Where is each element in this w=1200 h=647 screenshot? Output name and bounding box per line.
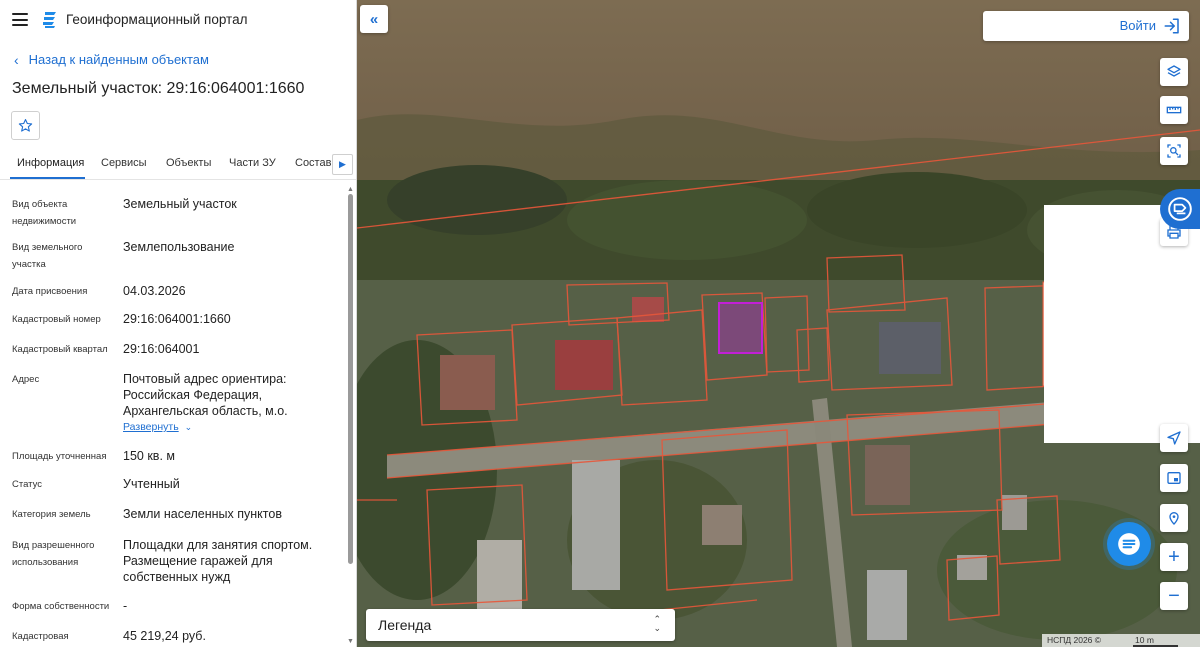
menu-icon[interactable]	[12, 13, 28, 26]
tabs-scroll-right-button[interactable]: ▶	[332, 154, 353, 175]
app-title: Геоинформационный портал	[66, 12, 248, 27]
login-button[interactable]: Войти	[983, 11, 1189, 41]
property-value: 150 кв. м	[123, 449, 175, 463]
pin-button[interactable]	[1160, 504, 1188, 532]
zoom-out-icon: −	[1168, 584, 1180, 607]
scroll-up-arrow-icon[interactable]: ▲	[347, 186, 354, 193]
property-label: Кадастровый номер	[12, 314, 101, 325]
info-panel: Геоинформационный портал ‹ Назад к найде…	[0, 0, 357, 647]
property-label: Дата присвоения	[12, 286, 88, 297]
favorite-button[interactable]	[11, 111, 40, 140]
property-value: Учтенный	[123, 477, 180, 491]
property-label: Кадастровый квартал	[12, 344, 108, 355]
tab-information[interactable]: Информация	[17, 157, 84, 169]
back-link[interactable]: ‹ Назад к найденным объектам	[14, 52, 209, 67]
chat-button[interactable]	[1107, 522, 1151, 566]
property-value: Почтовый адрес ориентира: Российская Фед…	[123, 372, 288, 418]
active-tab-indicator	[10, 177, 85, 179]
select-area-button[interactable]	[1160, 137, 1188, 165]
property-label: Адрес	[12, 374, 40, 385]
scroll-thumb[interactable]	[348, 194, 353, 564]
property-value: Земли населенных пунктов	[123, 507, 282, 521]
minimap-icon	[1167, 472, 1181, 484]
star-icon	[18, 119, 33, 132]
chat-icon	[1118, 533, 1140, 555]
expand-label: Развернуть	[123, 421, 179, 433]
property-value: 45 219,24 руб.	[123, 629, 206, 643]
portal-logo-icon	[43, 12, 56, 28]
double-chevron-left-icon: «	[369, 10, 379, 28]
layers-icon	[1167, 65, 1181, 77]
property-value: -	[123, 599, 128, 613]
chevron-up-down-icon: ⌃ ⌄	[653, 614, 661, 633]
property-value: Землепользование	[123, 240, 235, 254]
tab-parts[interactable]: Части ЗУ	[229, 157, 276, 169]
zoom-out-button[interactable]: −	[1160, 582, 1188, 610]
selected-parcel	[718, 302, 763, 354]
select-area-icon	[1167, 144, 1181, 158]
legend-selector[interactable]: Легенда ⌃ ⌄	[366, 609, 675, 641]
login-label: Войти	[1119, 18, 1156, 33]
tab-objects[interactable]: Объекты	[166, 157, 211, 169]
zoom-in-icon: +	[1168, 545, 1180, 568]
locate-icon	[1167, 431, 1181, 445]
chevron-left-icon: ‹	[14, 51, 19, 68]
chevron-down-icon: ⌄	[184, 422, 193, 432]
legend-label: Легенда	[378, 617, 432, 633]
attribution-text: НСПД 2026 ©	[1047, 635, 1102, 645]
collapse-panel-button[interactable]: «	[360, 5, 388, 33]
ruler-icon	[1166, 106, 1182, 114]
scroll-down-arrow-icon[interactable]: ▼	[347, 638, 354, 645]
measure-button[interactable]	[1160, 96, 1188, 124]
locate-button[interactable]	[1160, 424, 1188, 452]
tab-services[interactable]: Сервисы	[101, 157, 147, 169]
zoom-in-button[interactable]: +	[1160, 543, 1188, 571]
property-label: Площадь уточненная	[12, 451, 107, 462]
property-label: Вид земельного участка	[12, 242, 83, 270]
properties-scrollbar[interactable]: ▲ ▼	[346, 186, 355, 647]
help-book-icon	[1168, 197, 1192, 221]
page-title: Земельный участок: 29:16:064001:1660	[12, 80, 305, 97]
property-value: Площадки для занятия спортом. Размещение…	[123, 538, 313, 584]
property-value: 29:16:064001:1660	[123, 312, 231, 326]
property-value: 29:16:064001	[123, 342, 200, 356]
layers-button[interactable]	[1160, 58, 1188, 86]
address-expand-link[interactable]: Развернуть ⌄	[123, 421, 192, 433]
property-label: Статус	[12, 479, 43, 490]
property-value: Земельный участок	[123, 197, 237, 211]
tab-bar: Информация Сервисы Объекты Части ЗУ Сост…	[0, 150, 356, 180]
back-link-label: Назад к найденным объектам	[28, 52, 209, 67]
help-button[interactable]	[1160, 189, 1200, 229]
login-icon	[1164, 18, 1179, 34]
properties-list: Вид объекта недвижимости Земельный участ…	[0, 186, 345, 647]
property-label: Вид объекта недвижимости	[12, 199, 77, 227]
tab-composition[interactable]: Состав	[295, 157, 331, 169]
property-value: 04.03.2026	[123, 284, 186, 298]
minimap-button[interactable]	[1160, 464, 1188, 492]
property-label: Вид разрешенного использования	[12, 540, 95, 568]
chevron-right-icon: ▶	[339, 159, 346, 169]
panel-header: Геоинформационный портал	[0, 0, 356, 40]
property-label: Кадастровая	[12, 631, 69, 642]
property-label: Форма собственности	[12, 601, 110, 612]
property-label: Категория земель	[12, 509, 91, 520]
pin-icon	[1169, 512, 1179, 525]
